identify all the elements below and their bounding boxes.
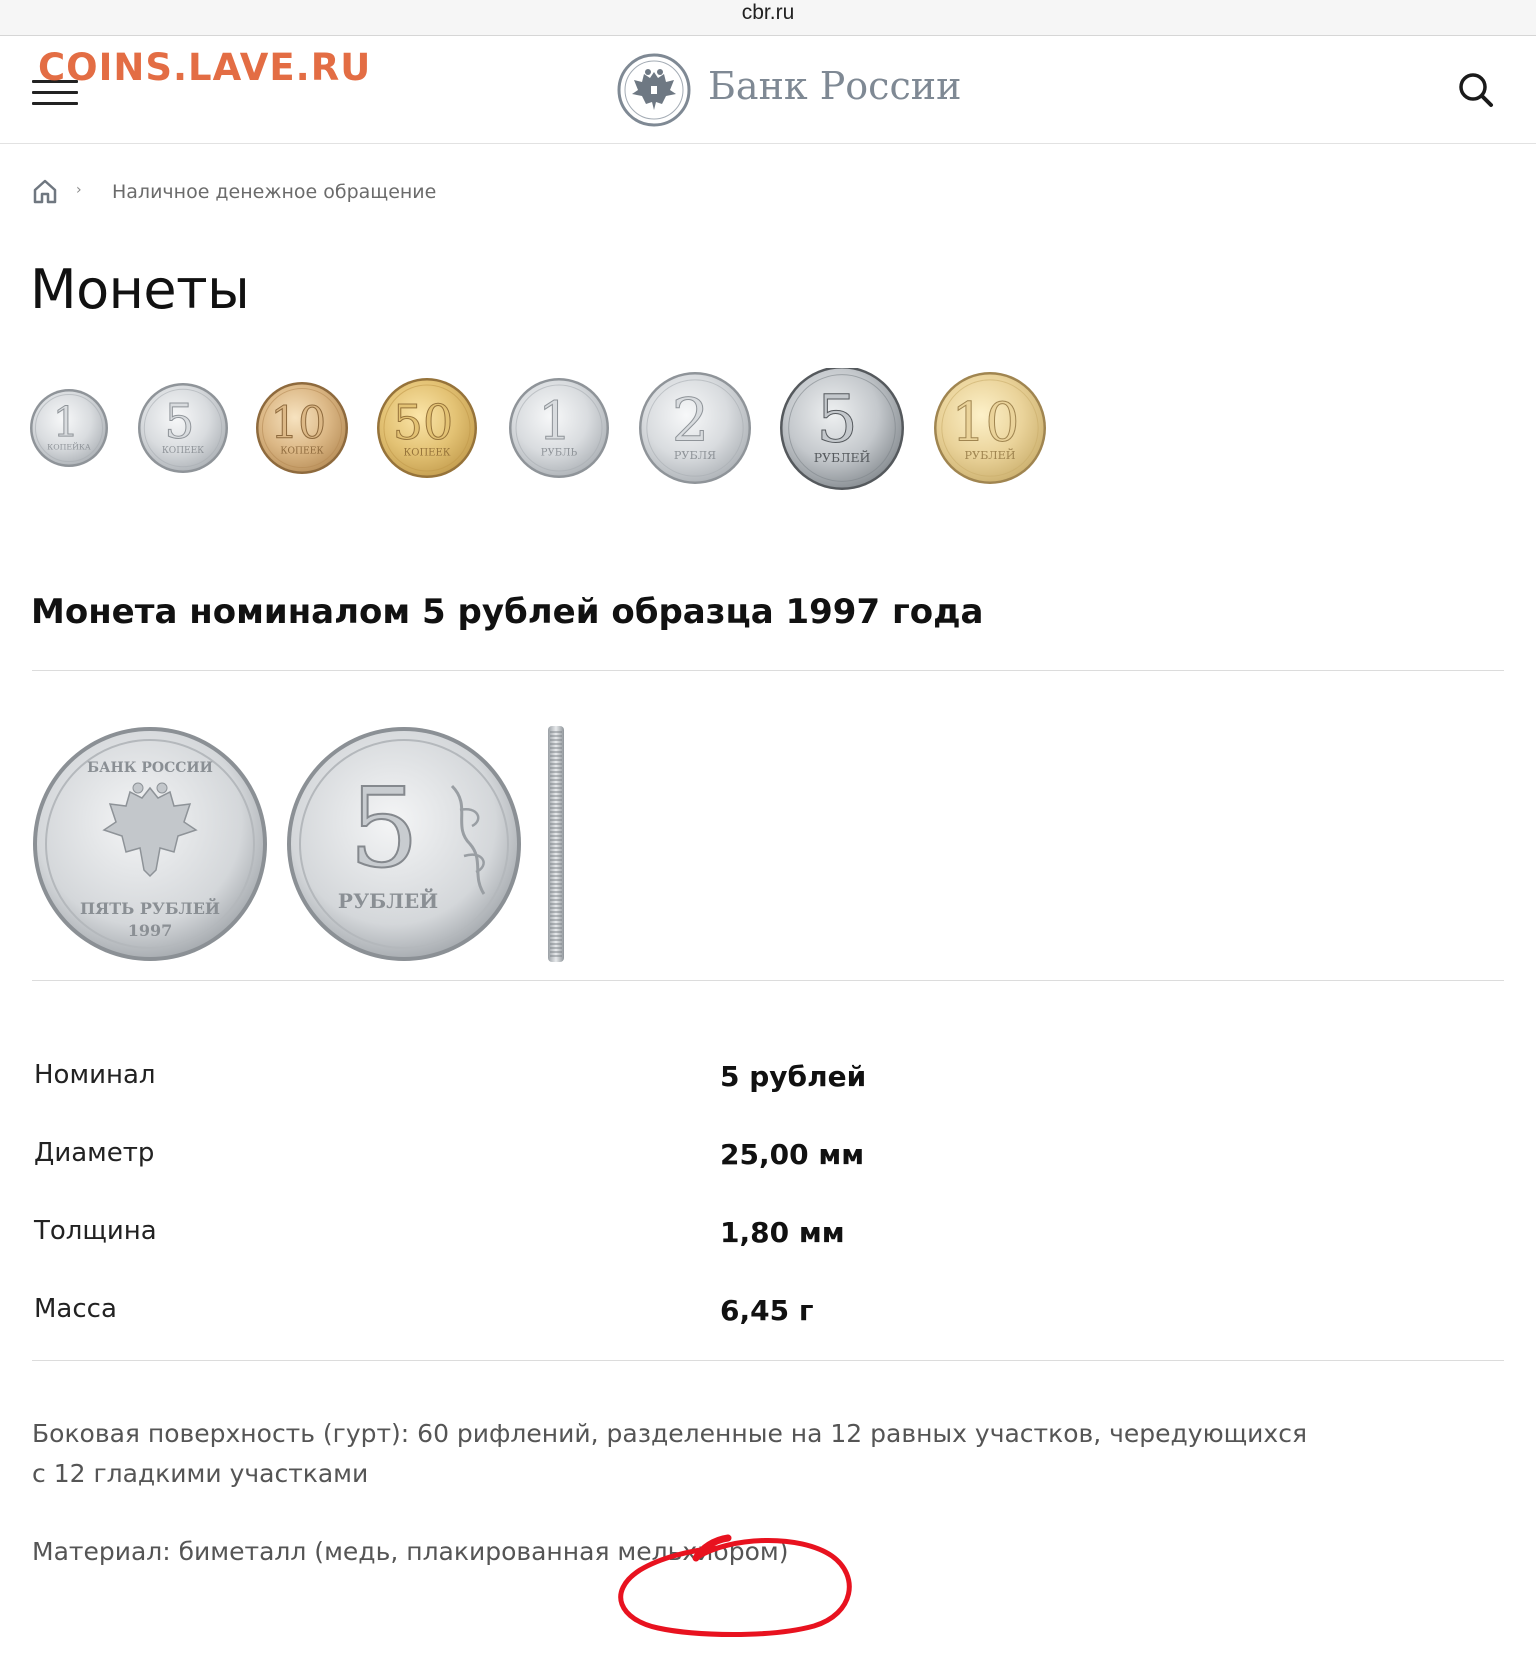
coin-thumb-10-рублей[interactable]: 10РУБЛЕЙ: [934, 372, 1046, 484]
divider: [32, 980, 1504, 981]
coin-thumb-5-рублей[interactable]: 5РУБЛЕЙ: [780, 366, 904, 490]
coin-thumb-sub: РУБЛЕЙ: [814, 449, 871, 465]
logo-text: Банк России: [708, 64, 962, 108]
coin-thumbnails-svg: 1КОПЕЙКА 5КОПЕЕК10КОПЕЕК 50КОПЕЕК1РУБЛЬ 2РУ…: [30, 366, 1046, 490]
coin-thumb-10-копеек[interactable]: 10КОПЕЕК: [256, 382, 348, 474]
red-annotation-circle: [618, 1534, 852, 1637]
spec-row-thickness: Толщина 1,80 мм: [32, 1216, 1504, 1256]
coin-thumb-2-рубля[interactable]: 2РУБЛЯ: [639, 372, 751, 484]
search-icon[interactable]: [1456, 70, 1496, 110]
spec-label: Толщина: [34, 1216, 157, 1246]
coin-thumb-denomination: 5: [164, 395, 194, 450]
spec-row-mass: Масса 6,45 г: [32, 1294, 1504, 1334]
breadcrumb-separator: ›: [76, 182, 82, 198]
bank-logo[interactable]: Банк России: [614, 50, 961, 130]
breadcrumb-link-cash-circulation[interactable]: Наличное денежное обращение: [112, 181, 436, 203]
coin-thumb-sub: КОПЕЕК: [404, 448, 451, 459]
obverse-bottom-text: ПЯТЬ РУБЛЕЙ: [80, 897, 220, 918]
url-domain[interactable]: cbr.ru: [0, 1, 1536, 25]
double-headed-eagle-emblem-icon: [617, 53, 691, 127]
reverse-sub-text: РУБЛЕЙ: [338, 887, 438, 913]
coin-thumb-sub: КОПЕЕК: [280, 445, 323, 456]
spec-label: Масса: [34, 1294, 117, 1324]
coin-denomination-selector: 1 КОПЕЙКА 5 КОПЕЕК 10 КОПЕЕК 50 КОПЕЕК 1 РУБЛЬ 2 РУ…: [0, 366, 1536, 518]
reverse-denomination: 5: [349, 764, 419, 892]
coin-obverse-image: БАНК РОССИИ ПЯТЬ РУБЛЕЙ 1997: [33, 727, 267, 961]
coin-thumb-denomination: 2: [672, 385, 709, 454]
coin-thumb-denomination: 1: [538, 391, 571, 452]
page-title: Монеты: [30, 258, 250, 321]
spec-value: 6,45 г: [720, 1294, 814, 1327]
coin-thumb-denomination: 1: [53, 399, 79, 447]
spec-row-diameter: Диаметр 25,00 мм: [32, 1138, 1504, 1178]
coin-edge-image: [548, 726, 564, 962]
browser-url-bar[interactable]: cbr.ru: [0, 0, 1536, 36]
coin-heading: Монета номиналом 5 рублей образца 1997 г…: [31, 592, 984, 632]
divider: [32, 670, 1504, 671]
spec-label: Диаметр: [34, 1138, 155, 1168]
spec-row-denomination: Номинал 5 рублей: [32, 1060, 1504, 1100]
coin-thumb-50-копеек[interactable]: 50КОПЕЕК: [377, 378, 477, 478]
coin-thumb-denomination: 50: [393, 396, 453, 451]
coin-thumb-5-копеек[interactable]: 5КОПЕЕК: [138, 383, 228, 473]
edge-description-line2: с 12 гладкими участками: [32, 1459, 369, 1488]
coin-thumb-1-копейка[interactable]: 1КОПЕЙКА: [30, 389, 108, 467]
coin-images: БАНК РОССИИ ПЯТЬ РУБЛЕЙ 1997 5 РУБЛЕЙ: [32, 726, 632, 966]
coin-thumb-denomination: 5: [816, 383, 857, 458]
coin-thumb-denomination: 10: [952, 391, 1020, 453]
coin-reverse-image: 5 РУБЛЕЙ: [287, 727, 521, 961]
spec-value: 25,00 мм: [720, 1138, 865, 1171]
coin-images-svg: БАНК РОССИИ ПЯТЬ РУБЛЕЙ 1997 5 РУБЛЕЙ: [33, 726, 564, 962]
coin-thumb-sub: РУБЛЕЙ: [964, 448, 1015, 462]
site-header: COINS.LAVE.RU Банк России: [0, 36, 1536, 144]
spec-value: 5 рублей: [720, 1060, 867, 1093]
coin-thumb-1-рубль[interactable]: 1РУБЛЬ: [509, 378, 609, 478]
home-icon[interactable]: [32, 178, 58, 204]
watermark-text: COINS.LAVE.RU: [38, 46, 372, 89]
coin-thumb-sub: РУБЛЯ: [674, 449, 716, 462]
divider: [32, 1360, 1504, 1361]
spec-label: Номинал: [34, 1060, 156, 1090]
coin-thumb-denomination: 10: [271, 398, 327, 449]
coin-thumb-sub: КОПЕЕК: [162, 446, 204, 456]
obverse-top-text: БАНК РОССИИ: [87, 760, 213, 776]
spec-value: 1,80 мм: [720, 1216, 845, 1249]
obverse-year-text: 1997: [128, 921, 173, 940]
coin-thumb-sub: КОПЕЙКА: [47, 442, 91, 451]
edge-description-line1: Боковая поверхность (гурт): 60 рифлений,…: [32, 1419, 1308, 1448]
coin-thumb-sub: РУБЛЬ: [541, 448, 578, 459]
